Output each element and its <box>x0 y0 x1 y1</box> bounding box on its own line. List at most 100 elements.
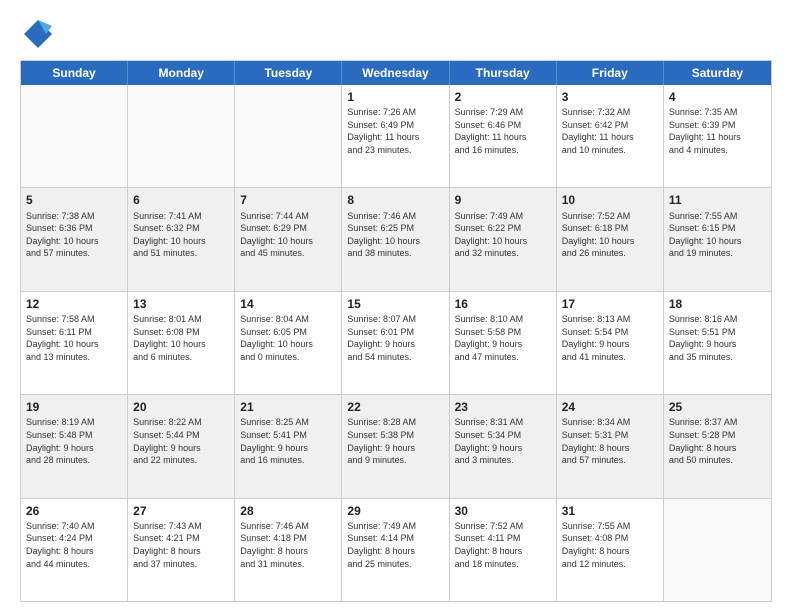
cell-info: Sunrise: 7:58 AM Sunset: 6:11 PM Dayligh… <box>26 313 122 363</box>
calendar-cell: 12Sunrise: 7:58 AM Sunset: 6:11 PM Dayli… <box>21 292 128 394</box>
cell-info: Sunrise: 8:34 AM Sunset: 5:31 PM Dayligh… <box>562 416 658 466</box>
calendar-cell: 2Sunrise: 7:29 AM Sunset: 6:46 PM Daylig… <box>450 85 557 187</box>
calendar-cell: 19Sunrise: 8:19 AM Sunset: 5:48 PM Dayli… <box>21 395 128 497</box>
day-number: 10 <box>562 192 658 208</box>
day-number: 3 <box>562 89 658 105</box>
day-number: 15 <box>347 296 443 312</box>
day-number: 5 <box>26 192 122 208</box>
calendar-header: SundayMondayTuesdayWednesdayThursdayFrid… <box>21 61 771 85</box>
cell-info: Sunrise: 7:55 AM Sunset: 6:15 PM Dayligh… <box>669 210 766 260</box>
day-number: 27 <box>133 503 229 519</box>
calendar-cell: 21Sunrise: 8:25 AM Sunset: 5:41 PM Dayli… <box>235 395 342 497</box>
cell-info: Sunrise: 8:28 AM Sunset: 5:38 PM Dayligh… <box>347 416 443 466</box>
calendar-cell: 22Sunrise: 8:28 AM Sunset: 5:38 PM Dayli… <box>342 395 449 497</box>
day-number: 6 <box>133 192 229 208</box>
calendar-cell: 30Sunrise: 7:52 AM Sunset: 4:11 PM Dayli… <box>450 499 557 601</box>
weekday-header: Friday <box>557 61 664 85</box>
cell-info: Sunrise: 8:16 AM Sunset: 5:51 PM Dayligh… <box>669 313 766 363</box>
calendar-cell: 25Sunrise: 8:37 AM Sunset: 5:28 PM Dayli… <box>664 395 771 497</box>
calendar-cell: 18Sunrise: 8:16 AM Sunset: 5:51 PM Dayli… <box>664 292 771 394</box>
cell-info: Sunrise: 8:22 AM Sunset: 5:44 PM Dayligh… <box>133 416 229 466</box>
header <box>20 16 772 52</box>
weekday-header: Saturday <box>664 61 771 85</box>
cell-info: Sunrise: 7:52 AM Sunset: 6:18 PM Dayligh… <box>562 210 658 260</box>
weekday-header: Tuesday <box>235 61 342 85</box>
day-number: 29 <box>347 503 443 519</box>
cell-info: Sunrise: 7:41 AM Sunset: 6:32 PM Dayligh… <box>133 210 229 260</box>
cell-info: Sunrise: 8:31 AM Sunset: 5:34 PM Dayligh… <box>455 416 551 466</box>
calendar: SundayMondayTuesdayWednesdayThursdayFrid… <box>20 60 772 602</box>
day-number: 26 <box>26 503 122 519</box>
day-number: 13 <box>133 296 229 312</box>
day-number: 22 <box>347 399 443 415</box>
day-number: 23 <box>455 399 551 415</box>
cell-info: Sunrise: 7:52 AM Sunset: 4:11 PM Dayligh… <box>455 520 551 570</box>
cell-info: Sunrise: 7:44 AM Sunset: 6:29 PM Dayligh… <box>240 210 336 260</box>
calendar-cell: 5 Sunrise: 7:38 AM Sunset: 6:36 PM Daylig… <box>21 188 128 290</box>
calendar-cell: 8 Sunrise: 7:46 AM Sunset: 6:25 PM Daylig… <box>342 188 449 290</box>
cell-info: Sunrise: 7:35 AM Sunset: 6:39 PM Dayligh… <box>669 106 766 156</box>
cell-info: Sunrise: 8:25 AM Sunset: 5:41 PM Dayligh… <box>240 416 336 466</box>
calendar-body: 1Sunrise: 7:26 AM Sunset: 6:49 PM Daylig… <box>21 85 771 601</box>
calendar-cell <box>664 499 771 601</box>
cell-info: Sunrise: 7:46 AM Sunset: 6:25 PM Dayligh… <box>347 210 443 260</box>
cell-info: Sunrise: 8:01 AM Sunset: 6:08 PM Dayligh… <box>133 313 229 363</box>
calendar-cell: 14Sunrise: 8:04 AM Sunset: 6:05 PM Dayli… <box>235 292 342 394</box>
calendar-cell: 24Sunrise: 8:34 AM Sunset: 5:31 PM Dayli… <box>557 395 664 497</box>
day-number: 17 <box>562 296 658 312</box>
day-number: 8 <box>347 192 443 208</box>
day-number: 11 <box>669 192 766 208</box>
calendar-row: 1Sunrise: 7:26 AM Sunset: 6:49 PM Daylig… <box>21 85 771 188</box>
day-number: 19 <box>26 399 122 415</box>
day-number: 18 <box>669 296 766 312</box>
cell-info: Sunrise: 8:10 AM Sunset: 5:58 PM Dayligh… <box>455 313 551 363</box>
calendar-cell: 1Sunrise: 7:26 AM Sunset: 6:49 PM Daylig… <box>342 85 449 187</box>
cell-info: Sunrise: 7:26 AM Sunset: 6:49 PM Dayligh… <box>347 106 443 156</box>
day-number: 2 <box>455 89 551 105</box>
calendar-cell: 16Sunrise: 8:10 AM Sunset: 5:58 PM Dayli… <box>450 292 557 394</box>
day-number: 12 <box>26 296 122 312</box>
calendar-cell: 23Sunrise: 8:31 AM Sunset: 5:34 PM Dayli… <box>450 395 557 497</box>
cell-info: Sunrise: 7:40 AM Sunset: 4:24 PM Dayligh… <box>26 520 122 570</box>
day-number: 4 <box>669 89 766 105</box>
cell-info: Sunrise: 8:07 AM Sunset: 6:01 PM Dayligh… <box>347 313 443 363</box>
day-number: 1 <box>347 89 443 105</box>
logo <box>20 16 60 52</box>
calendar-cell: 4Sunrise: 7:35 AM Sunset: 6:39 PM Daylig… <box>664 85 771 187</box>
cell-info: Sunrise: 7:46 AM Sunset: 4:18 PM Dayligh… <box>240 520 336 570</box>
cell-info: Sunrise: 8:04 AM Sunset: 6:05 PM Dayligh… <box>240 313 336 363</box>
calendar-cell: 31Sunrise: 7:55 AM Sunset: 4:08 PM Dayli… <box>557 499 664 601</box>
calendar-cell: 7Sunrise: 7:44 AM Sunset: 6:29 PM Daylig… <box>235 188 342 290</box>
cell-info: Sunrise: 7:49 AM Sunset: 6:22 PM Dayligh… <box>455 210 551 260</box>
calendar-cell: 6 Sunrise: 7:41 AM Sunset: 6:32 PM Daylig… <box>128 188 235 290</box>
cell-info: Sunrise: 7:49 AM Sunset: 4:14 PM Dayligh… <box>347 520 443 570</box>
cell-info: Sunrise: 7:38 AM Sunset: 6:36 PM Dayligh… <box>26 210 122 260</box>
weekday-header: Sunday <box>21 61 128 85</box>
cell-info: Sunrise: 8:13 AM Sunset: 5:54 PM Dayligh… <box>562 313 658 363</box>
weekday-header: Thursday <box>450 61 557 85</box>
cell-info: Sunrise: 7:55 AM Sunset: 4:08 PM Dayligh… <box>562 520 658 570</box>
calendar-cell <box>21 85 128 187</box>
calendar-cell: 17Sunrise: 8:13 AM Sunset: 5:54 PM Dayli… <box>557 292 664 394</box>
day-number: 28 <box>240 503 336 519</box>
day-number: 16 <box>455 296 551 312</box>
day-number: 21 <box>240 399 336 415</box>
calendar-row: 12Sunrise: 7:58 AM Sunset: 6:11 PM Dayli… <box>21 292 771 395</box>
day-number: 25 <box>669 399 766 415</box>
day-number: 14 <box>240 296 336 312</box>
cell-info: Sunrise: 8:19 AM Sunset: 5:48 PM Dayligh… <box>26 416 122 466</box>
calendar-row: 26Sunrise: 7:40 AM Sunset: 4:24 PM Dayli… <box>21 499 771 601</box>
cell-info: Sunrise: 7:32 AM Sunset: 6:42 PM Dayligh… <box>562 106 658 156</box>
calendar-cell: 28Sunrise: 7:46 AM Sunset: 4:18 PM Dayli… <box>235 499 342 601</box>
calendar-row: 19Sunrise: 8:19 AM Sunset: 5:48 PM Dayli… <box>21 395 771 498</box>
logo-icon <box>20 16 56 52</box>
calendar-cell <box>128 85 235 187</box>
day-number: 31 <box>562 503 658 519</box>
day-number: 24 <box>562 399 658 415</box>
cell-info: Sunrise: 8:37 AM Sunset: 5:28 PM Dayligh… <box>669 416 766 466</box>
weekday-header: Monday <box>128 61 235 85</box>
day-number: 9 <box>455 192 551 208</box>
cell-info: Sunrise: 7:43 AM Sunset: 4:21 PM Dayligh… <box>133 520 229 570</box>
cell-info: Sunrise: 7:29 AM Sunset: 6:46 PM Dayligh… <box>455 106 551 156</box>
calendar-cell: 3Sunrise: 7:32 AM Sunset: 6:42 PM Daylig… <box>557 85 664 187</box>
